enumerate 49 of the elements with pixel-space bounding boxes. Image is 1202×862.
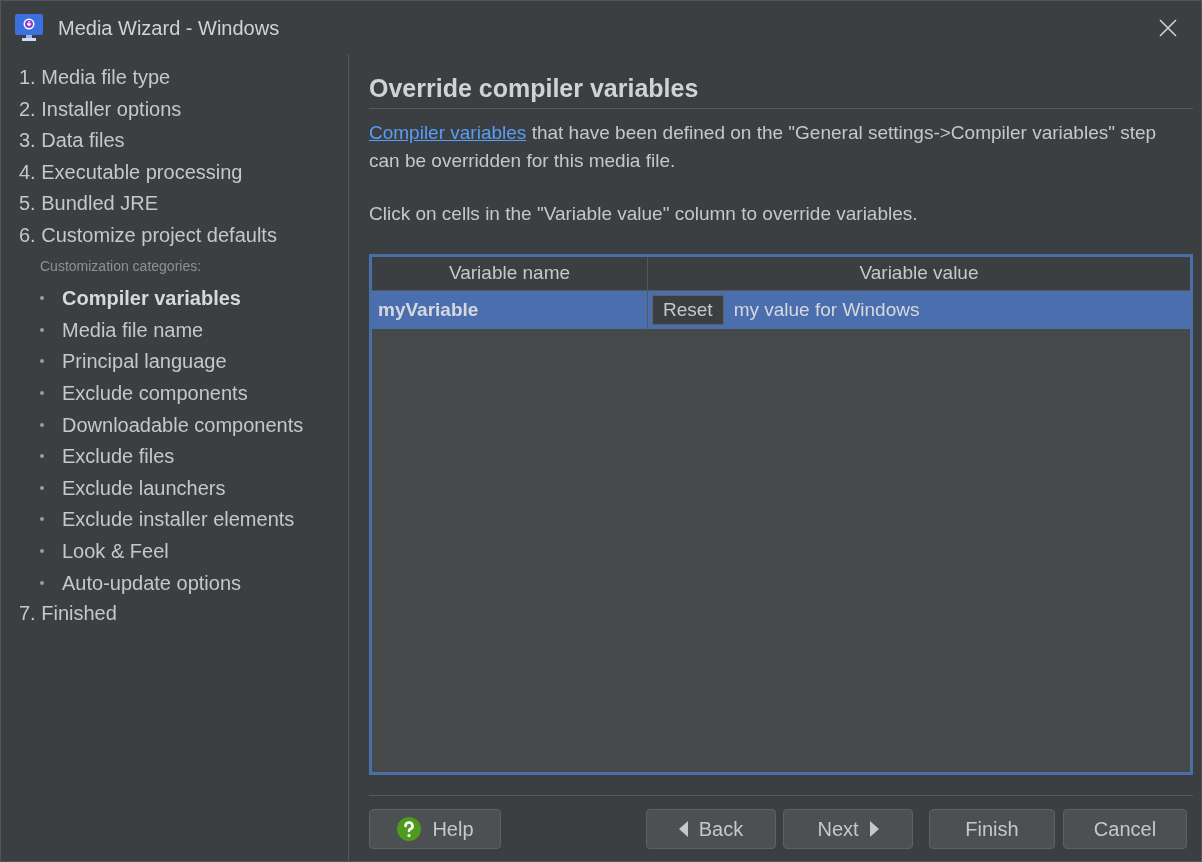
category-item[interactable]: Look & Feel <box>62 536 169 567</box>
page-heading: Override compiler variables <box>369 73 699 104</box>
table-row[interactable]: myVariable Reset my value for Windows <box>372 291 1190 329</box>
bullet-icon <box>40 391 44 396</box>
category-item[interactable]: Exclude components <box>62 378 248 409</box>
category-item[interactable]: Compiler variables <box>62 283 241 314</box>
category-item[interactable]: Auto-update options <box>62 567 242 598</box>
dialog-button[interactable]: Finish <box>929 809 1055 849</box>
wizard-step[interactable]: 6. Customize project defaults <box>19 219 277 251</box>
description-text: Compiler variables that have been defined on the "General settings->Compiler variables" step can be overridden for this media file. <box>369 121 1158 173</box>
next-button[interactable]: Next <box>783 809 913 849</box>
bullet-icon <box>40 327 44 332</box>
dialog-button[interactable]: Cancel <box>1063 809 1187 849</box>
wizard-step[interactable]: 5. Bundled JRE <box>19 188 158 220</box>
wizard-step[interactable]: 2. Installer options <box>19 93 182 125</box>
bullet-icon <box>40 517 44 522</box>
help-icon <box>396 816 423 842</box>
hint-text: Click on cells in the "Variable value" column to override variables. <box>369 202 918 226</box>
bullet-icon <box>40 454 44 459</box>
wizard-step[interactable]: 7. Finished <box>19 598 117 630</box>
table-cell-text: myVariable <box>378 297 479 322</box>
column-header[interactable]: Variable name <box>372 257 648 290</box>
bullet-icon <box>40 359 44 364</box>
bullet-icon <box>40 485 44 490</box>
window-title: Media Wizard - Windows <box>58 15 280 41</box>
bullet-icon <box>40 296 44 301</box>
bullet-icon <box>40 422 44 427</box>
column-header[interactable]: Variable value <box>648 257 1190 290</box>
close-icon[interactable] <box>1159 18 1177 37</box>
category-item[interactable]: Downloadable components <box>62 409 304 440</box>
bullet-icon <box>40 549 44 554</box>
wizard-step[interactable]: 3. Data files <box>19 125 125 157</box>
back-button[interactable]: Back <box>646 809 776 849</box>
help-button[interactable]: Help <box>369 809 501 849</box>
wizard-step[interactable]: 1. Media file type <box>19 62 171 94</box>
category-item[interactable]: Exclude files <box>62 441 175 472</box>
category-item[interactable]: Principal language <box>62 346 227 377</box>
bullet-icon <box>40 580 44 585</box>
compiler-variables-link[interactable]: Compiler variables <box>369 122 527 143</box>
right-arrow-icon <box>868 821 879 837</box>
categories-label: Customization categories: <box>40 257 202 276</box>
category-item[interactable]: Exclude installer elements <box>62 504 295 535</box>
left-arrow-icon <box>678 821 689 837</box>
reset-button[interactable]: Reset <box>652 295 724 325</box>
category-item[interactable]: Exclude launchers <box>62 472 226 503</box>
table-cell-text: my value for Windows <box>733 297 920 322</box>
wizard-step[interactable]: 4. Executable processing <box>19 156 243 188</box>
monitor-icon <box>15 14 43 41</box>
category-item[interactable]: Media file name <box>62 314 204 345</box>
